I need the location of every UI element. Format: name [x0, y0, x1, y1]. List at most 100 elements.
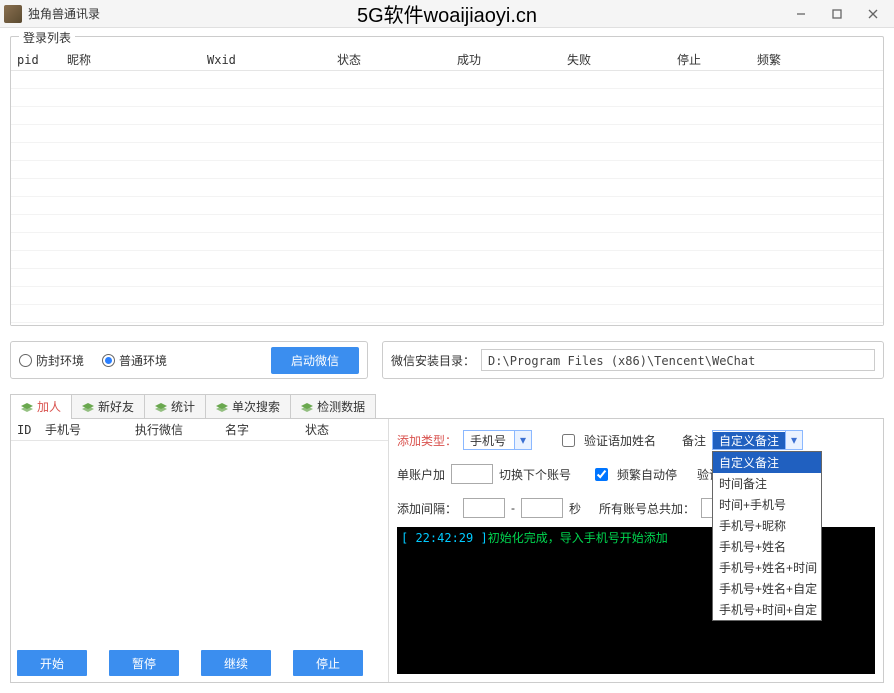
remark-option[interactable]: 自定义备注 [713, 452, 821, 473]
tab-label: 加人 [37, 398, 61, 415]
remark-option[interactable]: 手机号+姓名+自定 [713, 578, 821, 599]
remark-value: 自定义备注 [713, 432, 785, 449]
single-add-input[interactable] [451, 464, 493, 484]
log-message: 初始化完成，导入手机号开始添加 [488, 531, 668, 545]
login-col-0[interactable]: pid [11, 53, 61, 67]
install-path-input[interactable]: D:\Program Files (x86)\Tencent\WeChat [481, 349, 875, 371]
launch-wechat-button[interactable]: 启动微信 [271, 347, 359, 374]
left-table-header: ID手机号执行微信名字状态 [11, 419, 388, 441]
table-row [11, 305, 883, 323]
remark-dropdown: 自定义备注时间备注时间+手机号手机号+昵称手机号+姓名手机号+姓名+时间手机号+… [712, 451, 822, 621]
login-col-2[interactable]: Wxid [201, 53, 331, 67]
tab-2[interactable]: 统计 [144, 394, 206, 418]
tab-label: 检测数据 [317, 398, 365, 415]
left-table-body[interactable] [11, 441, 388, 644]
login-list-legend: 登录列表 [19, 29, 75, 46]
tab-0[interactable]: 加人 [10, 394, 72, 418]
login-col-4[interactable]: 成功 [451, 51, 561, 68]
left-col-3[interactable]: 名字 [219, 421, 299, 438]
left-col-1[interactable]: 手机号 [39, 421, 129, 438]
interval-to-input[interactable] [521, 498, 563, 518]
close-button[interactable] [856, 3, 890, 25]
table-row [11, 89, 883, 107]
radio-antiblock-label: 防封环境 [36, 352, 84, 369]
log-timestamp: [ 22:42:29 ] [401, 531, 488, 545]
add-type-label: 添加类型： [397, 432, 457, 449]
login-table-body[interactable] [11, 71, 883, 325]
remark-option[interactable]: 手机号+时间+自定 [713, 599, 821, 620]
login-col-5[interactable]: 失败 [561, 51, 671, 68]
pause-button[interactable]: 暂停 [109, 650, 179, 676]
verify-name-label: 验证语加姓名 [584, 432, 656, 449]
remark-option[interactable]: 手机号+姓名+时间 [713, 557, 821, 578]
freq-stop-checkbox[interactable] [595, 468, 608, 481]
install-path-label: 微信安装目录： [391, 352, 475, 369]
stop-button[interactable]: 停止 [293, 650, 363, 676]
login-col-7[interactable]: 频繁 [751, 51, 851, 68]
table-row [11, 179, 883, 197]
switch-label: 切换下个账号 [499, 466, 571, 483]
remark-option[interactable]: 手机号+昵称 [713, 515, 821, 536]
watermark-text: 5G软件woaijiaoyi.cn [357, 0, 537, 28]
table-row [11, 161, 883, 179]
table-row [11, 251, 883, 269]
remark-select[interactable]: 自定义备注 ▾ 自定义备注时间备注时间+手机号手机号+昵称手机号+姓名手机号+姓… [712, 430, 803, 450]
start-button[interactable]: 开始 [17, 650, 87, 676]
install-path-panel: 微信安装目录： D:\Program Files (x86)\Tencent\W… [382, 341, 884, 379]
login-list-group: 登录列表 pid昵称Wxid状态成功失败停止频繁 [10, 36, 884, 326]
action-button-row: 开始 暂停 继续 停止 [11, 644, 388, 682]
remark-label: 备注 [682, 432, 706, 449]
login-table-header: pid昵称Wxid状态成功失败停止频繁 [11, 49, 883, 71]
stack-icon [216, 402, 228, 412]
resume-button[interactable]: 继续 [201, 650, 271, 676]
left-col-2[interactable]: 执行微信 [129, 421, 219, 438]
add-type-value: 手机号 [464, 432, 514, 449]
verify-name-checkbox[interactable] [562, 434, 575, 447]
tab-4[interactable]: 检测数据 [290, 394, 376, 418]
tab-label: 单次搜索 [232, 398, 280, 415]
environment-panel: 防封环境 普通环境 启动微信 [10, 341, 368, 379]
table-row [11, 125, 883, 143]
app-icon [4, 5, 22, 23]
left-col-4[interactable]: 状态 [299, 421, 369, 438]
tab-1[interactable]: 新好友 [71, 394, 145, 418]
login-col-3[interactable]: 状态 [331, 51, 451, 68]
right-pane: 添加类型： 手机号 ▾ 验证语加姓名 备注 自定义备注 ▾ 自定义备注时间备注时… [389, 419, 883, 682]
login-col-6[interactable]: 停止 [671, 51, 751, 68]
add-type-select[interactable]: 手机号 ▾ [463, 430, 532, 450]
table-row [11, 197, 883, 215]
tab-label: 新好友 [98, 398, 134, 415]
table-row [11, 269, 883, 287]
table-row [11, 71, 883, 89]
freq-stop-label: 频繁自动停 [617, 466, 677, 483]
single-add-label: 单账户加 [397, 466, 445, 483]
tab-3[interactable]: 单次搜索 [205, 394, 291, 418]
remark-option[interactable]: 手机号+姓名 [713, 536, 821, 557]
table-row [11, 143, 883, 161]
title-bar: 独角兽通讯录 5G软件woaijiaoyi.cn [0, 0, 894, 28]
stack-icon [155, 402, 167, 412]
stack-icon [21, 402, 33, 412]
remark-option[interactable]: 时间+手机号 [713, 494, 821, 515]
interval-from-input[interactable] [463, 498, 505, 518]
login-col-1[interactable]: 昵称 [61, 51, 201, 68]
tab-strip: 加人 新好友 统计 单次搜索 检测数据 [10, 394, 884, 419]
radio-normal[interactable]: 普通环境 [102, 352, 167, 369]
interval-label: 添加间隔： [397, 500, 457, 517]
left-col-0[interactable]: ID [11, 423, 39, 437]
table-row [11, 215, 883, 233]
second-label: 秒 [569, 500, 581, 517]
form-row-1: 添加类型： 手机号 ▾ 验证语加姓名 备注 自定义备注 ▾ 自定义备注时间备注时… [397, 425, 875, 455]
table-row [11, 107, 883, 125]
table-row [11, 233, 883, 251]
maximize-button[interactable] [820, 3, 854, 25]
radio-antiblock[interactable]: 防封环境 [19, 352, 84, 369]
remark-option[interactable]: 时间备注 [713, 473, 821, 494]
interval-sep: - [511, 501, 515, 515]
minimize-button[interactable] [784, 3, 818, 25]
table-row [11, 287, 883, 305]
tab-label: 统计 [171, 398, 195, 415]
chevron-down-icon: ▾ [785, 431, 802, 449]
chevron-down-icon: ▾ [514, 431, 531, 449]
tab-body: ID手机号执行微信名字状态 开始 暂停 继续 停止 添加类型： 手机号 ▾ 验证… [10, 419, 884, 683]
